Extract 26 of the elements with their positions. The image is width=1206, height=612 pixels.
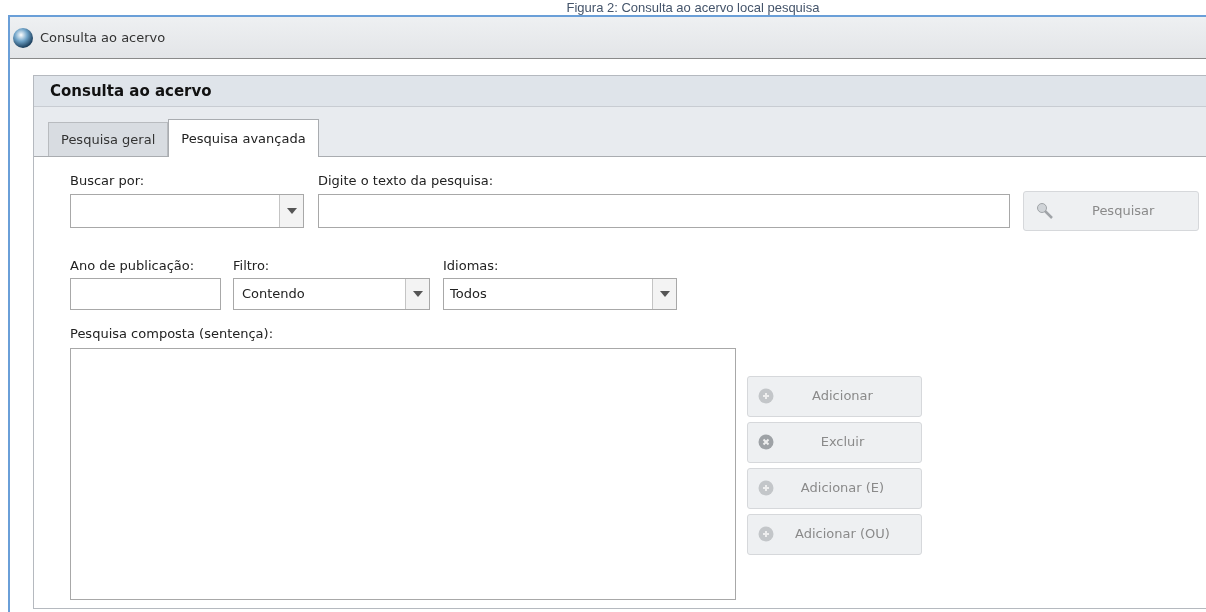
sentence-field[interactable] [70,347,736,600]
caret-icon [659,291,670,297]
dropdown[interactable]: Contendo [233,278,430,310]
plus-icon [758,480,774,496]
tab[interactable]: Pesquisa avançada [168,119,319,157]
caret-icon [286,207,297,214]
tab[interactable]: Pesquisa geral [48,122,169,156]
dropdown[interactable]: Todos [443,278,677,310]
figure-caption: Figura 2: Consulta ao acervo local pesquisa [566,0,820,15]
caret-icon [412,291,423,297]
remove-icon [758,434,774,450]
year-field[interactable] [70,278,221,310]
window-title: Consulta ao acervo [40,28,166,47]
search-icon [1036,201,1054,220]
field-label: Idiomas: [443,256,500,275]
field-label: Buscar por: [70,172,146,190]
plus-icon [758,526,774,542]
field-label: Digite o texto da pesquisa: [318,172,495,190]
app-icon [12,26,34,49]
search-field[interactable] [318,193,1010,228]
field-label: Filtro: [233,256,271,275]
field-label: Pesquisa composta (sentença): [70,325,275,343]
dropdown[interactable] [70,193,304,228]
plus-icon [758,388,774,404]
field-label: Ano de publicação: [70,256,196,275]
panel-title: Consulta ao acervo [50,80,212,102]
